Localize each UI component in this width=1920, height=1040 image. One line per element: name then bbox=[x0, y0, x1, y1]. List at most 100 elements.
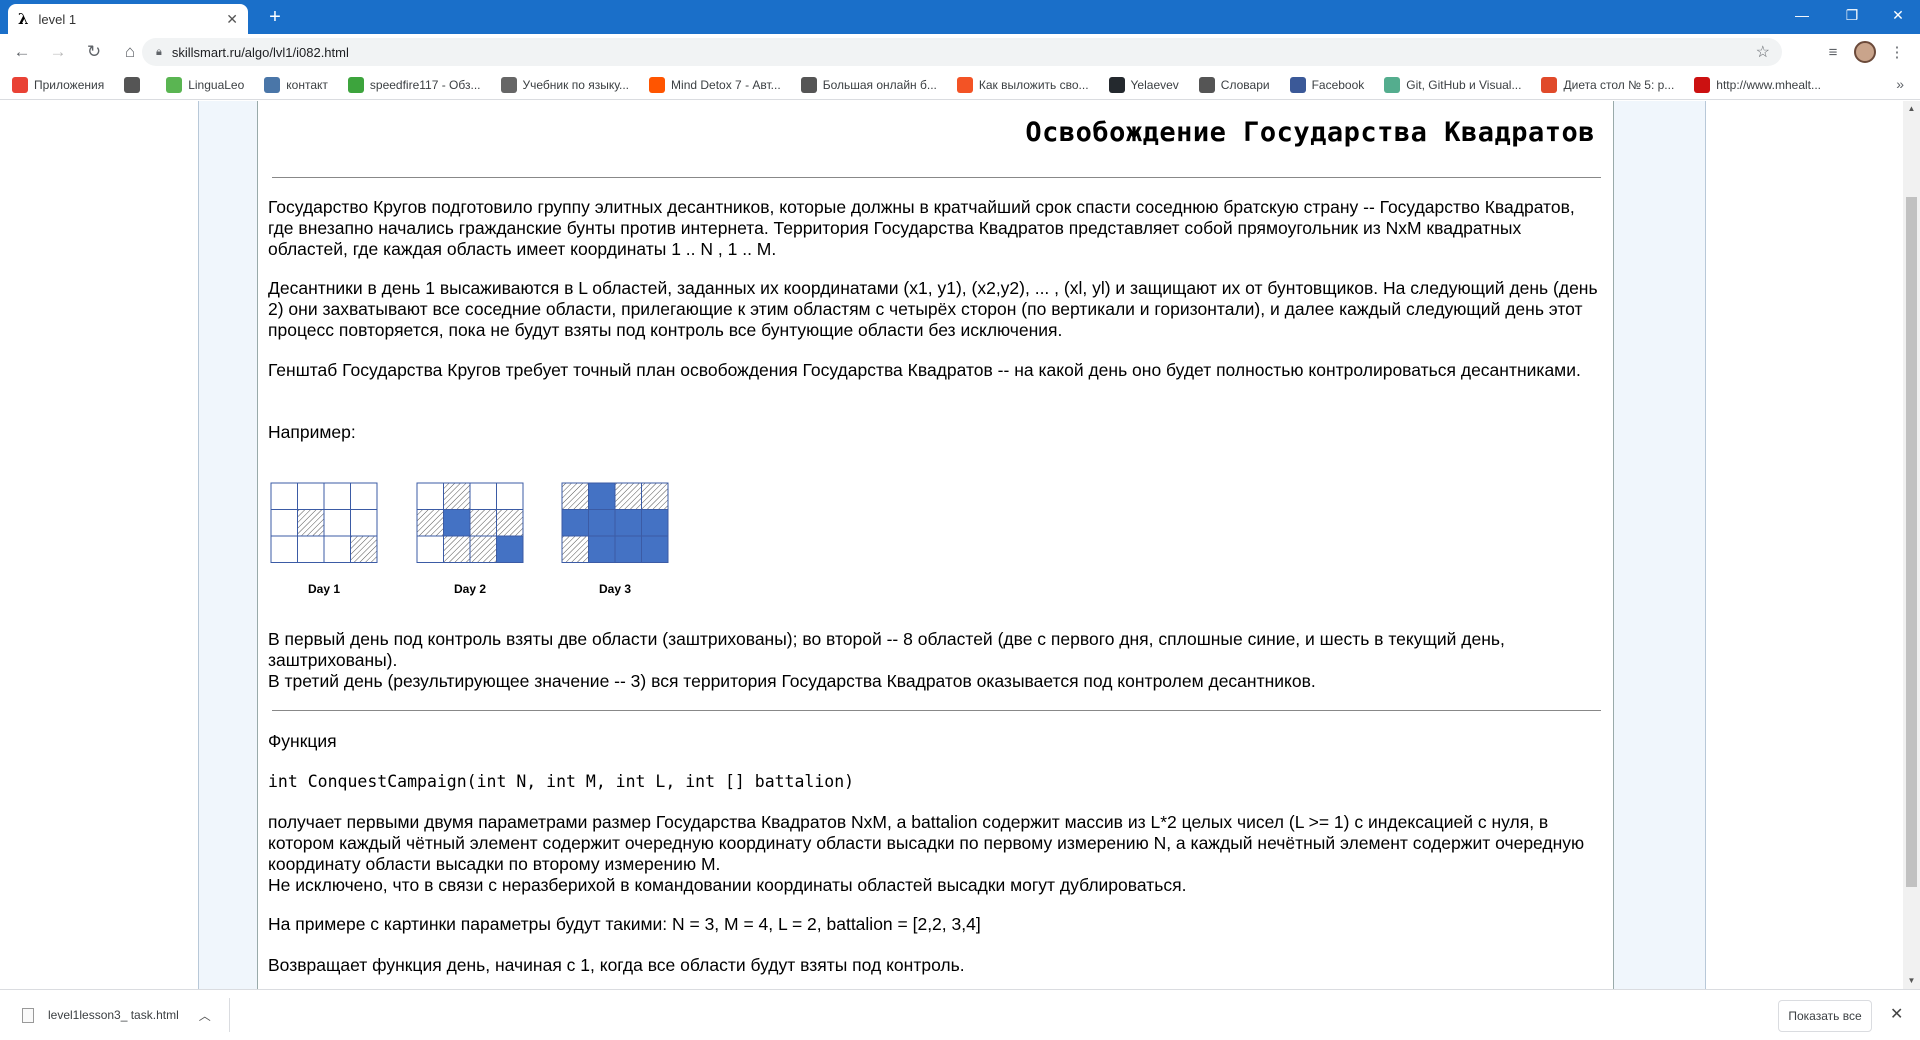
media-control-icon[interactable]: ≡ bbox=[1820, 40, 1846, 64]
bookmark-label: Приложения bbox=[34, 77, 105, 92]
diet-icon bbox=[1541, 76, 1558, 93]
bookmark-item[interactable]: Диета стол № 5: р... bbox=[1541, 76, 1675, 93]
bookmark-star-icon[interactable]: ☆ bbox=[1756, 42, 1770, 62]
close-tab-icon[interactable]: ✕ bbox=[226, 11, 238, 28]
bookmark-item[interactable]: Mind Detox 7 - Авт... bbox=[649, 76, 781, 93]
reload-button[interactable]: ↻ bbox=[80, 38, 108, 66]
show-all-button[interactable]: Показать все bbox=[1778, 1000, 1872, 1032]
lambda-icon: λ bbox=[18, 10, 29, 28]
profile-avatar[interactable] bbox=[1852, 40, 1878, 64]
mh-icon bbox=[1694, 76, 1711, 93]
stepik-icon bbox=[1384, 76, 1401, 93]
apps-grid-icon bbox=[12, 76, 28, 93]
bookmark-item[interactable]: Большая онлайн б... bbox=[800, 76, 937, 93]
cell-captured-today bbox=[469, 535, 497, 563]
cell-free bbox=[297, 482, 325, 510]
home-button[interactable]: ⌂ bbox=[116, 38, 144, 66]
tab-title: level 1 bbox=[38, 11, 77, 27]
scroll-up-icon[interactable]: ▲ bbox=[1903, 101, 1920, 117]
menu-kebab-icon[interactable]: ⋮ bbox=[1884, 40, 1910, 64]
bookmark-label: Git, GitHub и Visual... bbox=[1406, 77, 1522, 92]
back-button[interactable]: ← bbox=[8, 38, 36, 66]
cell-controlled bbox=[588, 482, 616, 510]
bookmark-label: speedfire117 - Обз... bbox=[369, 77, 481, 92]
tab-level-1[interactable]: λ level 1 ✕ bbox=[8, 4, 248, 34]
download-item[interactable]: level1lesson3_ task.html ︿ bbox=[14, 998, 230, 1032]
minimize-button[interactable]: — bbox=[1780, 0, 1824, 30]
globe-icon bbox=[1198, 76, 1215, 93]
globe-icon bbox=[124, 76, 141, 93]
cell-captured-today bbox=[416, 509, 444, 537]
cell-free bbox=[350, 509, 378, 537]
bookmark-label: Yelaevev bbox=[1130, 77, 1179, 92]
close-download-bar-icon[interactable]: ✕ bbox=[1890, 1004, 1903, 1024]
bookmark-label: Диета стол № 5: р... bbox=[1563, 77, 1675, 92]
example-label: Например: bbox=[268, 422, 356, 442]
globe-icon bbox=[800, 76, 817, 93]
bookmark-item[interactable]: контакт bbox=[264, 76, 328, 93]
windows-icon bbox=[956, 76, 973, 93]
cell-controlled bbox=[641, 535, 669, 563]
cell-controlled bbox=[561, 509, 589, 537]
bookmark-item[interactable]: Приложения bbox=[12, 76, 105, 93]
bookmark-item[interactable]: Учебник по языку... bbox=[500, 76, 629, 93]
bookmark-item[interactable]: Facebook bbox=[1289, 76, 1365, 93]
grid-day-2 bbox=[416, 482, 524, 564]
explanation-line-1: В первый день под контроль взяты две обл… bbox=[268, 629, 1505, 670]
bookmark-item[interactable]: Yelaevev bbox=[1108, 76, 1179, 93]
restore-button[interactable]: ❐ bbox=[1830, 0, 1874, 30]
bookmark-item[interactable] bbox=[124, 76, 146, 93]
params-line-2: Не исключено, что в связи с неразберихой… bbox=[268, 875, 1187, 895]
address-bar[interactable]: 🔒︎ skillsmart.ru/algo/lvl1/i082.html ☆ bbox=[142, 38, 1782, 66]
new-tab-button[interactable]: + bbox=[262, 6, 288, 28]
chevron-up-icon[interactable]: ︿ bbox=[199, 1007, 211, 1024]
more-bookmarks-icon[interactable]: » bbox=[1896, 76, 1904, 92]
scroll-down-icon[interactable]: ▼ bbox=[1903, 973, 1920, 989]
title-bar: λ level 1 ✕ + — ❐ ✕ bbox=[0, 0, 1920, 34]
day-label: Day 3 bbox=[598, 582, 632, 596]
day-label: Day 1 bbox=[307, 582, 341, 596]
bookmark-label: Facebook bbox=[1311, 77, 1365, 92]
bookmark-item[interactable]: Как выложить сво... bbox=[956, 76, 1089, 93]
scroll-thumb[interactable] bbox=[1906, 197, 1917, 887]
cell-controlled bbox=[614, 509, 642, 537]
bookmark-item[interactable]: speedfire117 - Обз... bbox=[347, 76, 481, 93]
params-line-1: получает первыми двумя параметрами разме… bbox=[268, 812, 1585, 874]
return-paragraph: Возвращает функция день, начиная с 1, ко… bbox=[268, 955, 965, 975]
bookmark-label: Mind Detox 7 - Авт... bbox=[671, 77, 781, 92]
cell-captured-today bbox=[297, 509, 325, 537]
bookmark-label: контакт bbox=[286, 77, 328, 92]
bookmark-item[interactable]: Git, GitHub и Visual... bbox=[1384, 76, 1522, 93]
task-page: Освобождение Государства Квадратов Госуд… bbox=[257, 101, 1614, 989]
download-bar: level1lesson3_ task.html ︿ Показать все … bbox=[0, 989, 1920, 1040]
cell-captured-today bbox=[641, 482, 669, 510]
browser-toolbar: ← → ↻ ⌂ 🔒︎ skillsmart.ru/algo/lvl1/i082.… bbox=[0, 34, 1920, 70]
intro-paragraph: Государство Кругов подготовило группу эл… bbox=[268, 197, 1575, 259]
lingualeo-icon bbox=[166, 76, 183, 93]
bookmark-label: Большая онлайн б... bbox=[822, 77, 937, 92]
cell-free bbox=[416, 535, 444, 563]
bookmark-item[interactable]: http://www.mhealt... bbox=[1694, 76, 1822, 93]
bookmark-item[interactable]: LinguaLeo bbox=[166, 76, 244, 93]
bookmark-item[interactable]: Словари bbox=[1198, 76, 1270, 93]
cell-controlled bbox=[641, 509, 669, 537]
cell-captured-today bbox=[561, 535, 589, 563]
url-text: skillsmart.ru/algo/lvl1/i082.html bbox=[171, 44, 349, 60]
grid-day-1 bbox=[270, 482, 378, 564]
bookmark-label: Как выложить сво... bbox=[978, 77, 1089, 92]
page-scrollbar[interactable]: ▲ ▼ bbox=[1903, 101, 1920, 989]
cell-controlled bbox=[443, 509, 471, 537]
facebook-icon bbox=[1289, 76, 1306, 93]
bookmark-label: http://www.mhealt... bbox=[1716, 77, 1822, 92]
bookmark-label: Словари bbox=[1220, 77, 1270, 92]
cell-controlled bbox=[588, 535, 616, 563]
page-title: Освобождение Государства Квадратов bbox=[1025, 117, 1595, 148]
forward-button[interactable]: → bbox=[44, 38, 72, 66]
params-paragraph: получает первыми двумя параметрами разме… bbox=[268, 812, 1598, 896]
cell-free bbox=[416, 482, 444, 510]
cell-controlled bbox=[588, 509, 616, 537]
download-filename: level1lesson3_ task.html bbox=[48, 1008, 179, 1022]
cell-captured-today bbox=[469, 509, 497, 537]
close-window-button[interactable]: ✕ bbox=[1876, 0, 1920, 30]
cell-free bbox=[323, 509, 351, 537]
